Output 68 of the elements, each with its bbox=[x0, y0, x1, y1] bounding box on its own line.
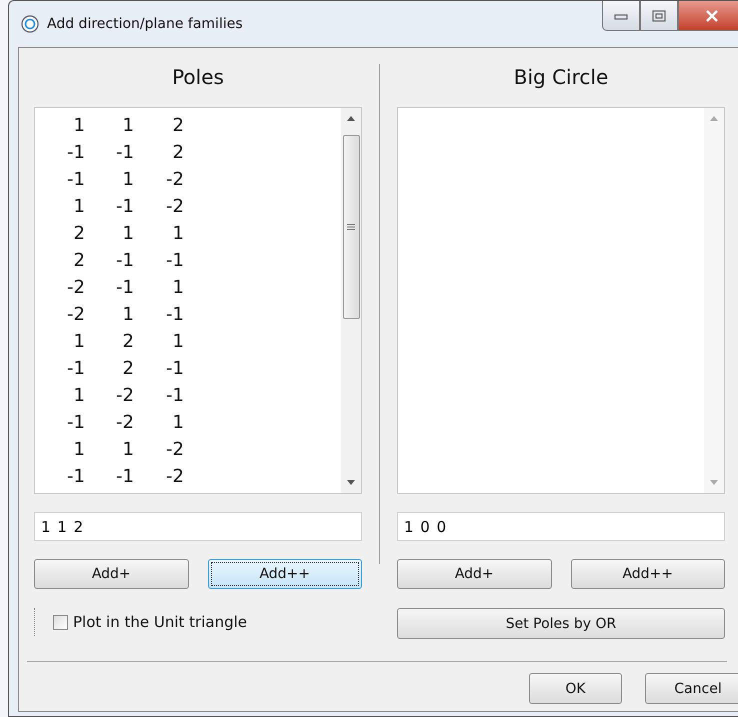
list-value: -2 bbox=[66, 276, 85, 300]
set-poles-button[interactable]: Set Poles by OR bbox=[397, 608, 725, 639]
list-value: -1 bbox=[115, 276, 134, 300]
pole-input-field[interactable]: 1 1 2 bbox=[34, 512, 362, 541]
add-button[interactable]: Add++ bbox=[570, 559, 725, 589]
minimize-button[interactable] bbox=[602, 1, 640, 31]
add-button[interactable]: Add++ bbox=[208, 559, 362, 589]
checkbox[interactable] bbox=[53, 614, 68, 630]
list-value: -1 bbox=[115, 465, 134, 489]
list-value: 2 bbox=[172, 114, 184, 138]
app-icon bbox=[21, 15, 39, 33]
list-value: -1 bbox=[115, 249, 134, 273]
list-value: -1 bbox=[165, 384, 184, 408]
list-value: 1 bbox=[172, 411, 184, 435]
list-value: 2 bbox=[122, 357, 134, 381]
list-value: -2 bbox=[165, 168, 184, 192]
list-value: 1 bbox=[72, 438, 85, 462]
list-value: 1 bbox=[72, 195, 85, 219]
list-value: -1 bbox=[66, 141, 85, 165]
list-value: 1 bbox=[72, 330, 85, 354]
list-value: 2 bbox=[72, 222, 85, 246]
list-value: -1 bbox=[66, 465, 85, 489]
scroll-down-icon[interactable] bbox=[347, 480, 355, 485]
close-button[interactable] bbox=[678, 1, 738, 31]
list-value: -1 bbox=[165, 249, 184, 273]
list-value: -1 bbox=[165, 357, 184, 381]
list-value: 1 bbox=[72, 384, 85, 408]
add-button[interactable]: Add+ bbox=[397, 559, 552, 589]
list-value: -1 bbox=[165, 303, 184, 327]
list-value: 2 bbox=[72, 249, 85, 273]
close-icon bbox=[705, 10, 719, 22]
circle-input-field[interactable]: 1 0 0 bbox=[397, 512, 725, 541]
list-value: -2 bbox=[115, 384, 134, 408]
list-value: -1 bbox=[66, 168, 85, 192]
ok-button[interactable]: OK bbox=[529, 673, 622, 704]
list-value: 1 bbox=[172, 276, 184, 300]
window-title: Add direction/plane families bbox=[47, 16, 243, 32]
list-value: -2 bbox=[165, 195, 184, 219]
list-value: 1 bbox=[122, 114, 134, 138]
list-value: 1 bbox=[122, 303, 134, 327]
scrollbar[interactable] bbox=[341, 108, 361, 493]
list-value: 1 bbox=[122, 168, 134, 192]
panel-title: Big Circle bbox=[512, 64, 610, 91]
minimize-icon bbox=[614, 12, 628, 20]
maximize-button[interactable] bbox=[640, 1, 678, 31]
list-value: 1 bbox=[122, 438, 134, 462]
checkbox-label: Plot in the Unit triangle bbox=[73, 613, 248, 631]
poles-list[interactable]: 1 1 2 -1 -1 2 -1 1 -2 1 -1 -2 2 1 1 2 -1 -1 -2 -1 1 -2 1 -1 1 2 1 -1 2 -1 1 -2 -1 -1 -2 1 1 1 -2 -1 -1 -2 bbox=[34, 107, 362, 494]
list-value: 1 bbox=[72, 114, 85, 138]
list-value: 1 bbox=[122, 222, 134, 246]
list-value: -2 bbox=[115, 411, 134, 435]
scroll-up-icon[interactable] bbox=[347, 116, 355, 121]
list-value: -1 bbox=[115, 195, 134, 219]
cancel-button[interactable]: Cancel bbox=[645, 673, 738, 704]
grip-icon bbox=[347, 224, 355, 230]
list-value: 2 bbox=[122, 330, 134, 354]
list-value: -2 bbox=[165, 465, 184, 489]
list-value: 1 bbox=[172, 222, 184, 246]
list-value: -1 bbox=[66, 411, 85, 435]
maximize-icon bbox=[652, 10, 666, 22]
list-value: -1 bbox=[66, 357, 85, 381]
panel-title: Poles bbox=[171, 64, 225, 91]
list-value: -1 bbox=[115, 141, 134, 165]
list-value: 1 bbox=[172, 330, 184, 354]
list-value: 2 bbox=[172, 141, 184, 165]
list-value: -2 bbox=[165, 438, 184, 462]
list-value: -2 bbox=[66, 303, 85, 327]
add-button[interactable]: Add+ bbox=[34, 559, 188, 589]
